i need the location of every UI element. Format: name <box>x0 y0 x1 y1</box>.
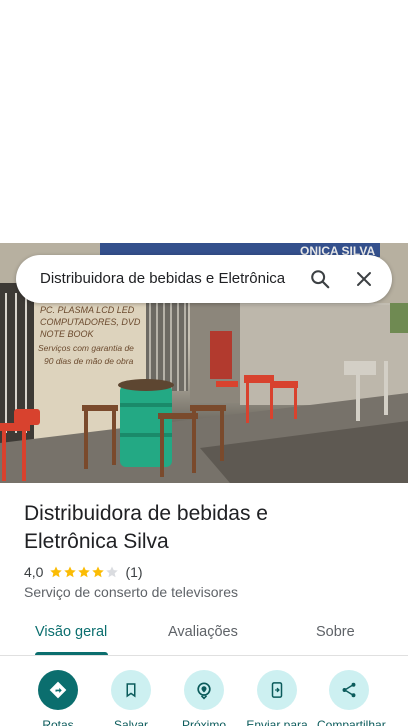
clear-search-button[interactable] <box>346 261 382 297</box>
nearby-icon <box>197 682 211 700</box>
nearby-button[interactable]: Próximo <box>172 670 236 726</box>
nearby-circle[interactable] <box>184 670 224 710</box>
search-button[interactable] <box>302 261 338 297</box>
send-to-phone-label: Enviar para <box>246 718 308 726</box>
tab-about[interactable]: Sobre <box>316 624 355 640</box>
place-title: Distribuidora de bebidas e Eletrônica Si… <box>24 502 268 553</box>
search-input[interactable]: Distribuidora de bebidas e Eletrônica Si… <box>40 269 290 289</box>
bookmark-icon <box>126 683 136 698</box>
review-count[interactable]: (1) <box>125 564 142 580</box>
map-blank-area <box>0 0 408 243</box>
star-filled-icon <box>50 566 63 578</box>
wall-text-5: 90 dias de mão de obra <box>44 356 134 366</box>
star-filled-icon <box>92 566 105 578</box>
nearby-label: Próximo <box>181 718 226 726</box>
wall-text-1: PC. PLASMA LCD LED <box>40 305 135 315</box>
star-filled-icon <box>78 566 91 578</box>
star-empty-icon <box>106 566 119 578</box>
star-filled-icon <box>64 566 77 578</box>
save-label: Salvar <box>113 718 148 726</box>
active-tab-indicator <box>35 652 108 655</box>
wall-text-2: COMPUTADORES, DVD <box>40 317 141 327</box>
tab-bar: Visão geral Avaliações Sobre <box>0 612 408 656</box>
tab-reviews[interactable]: Avaliações <box>168 624 238 640</box>
save-button[interactable]: Salvar <box>99 670 163 726</box>
directions-icon <box>49 681 67 699</box>
directions-label: Rotas <box>42 718 74 726</box>
place-category: Serviço de conserto de televisores <box>24 584 238 600</box>
directions-button[interactable]: Rotas <box>26 670 90 726</box>
rating-value: 4,0 <box>24 564 44 580</box>
search-bar[interactable]: Distribuidora de bebidas e Eletrônica Si… <box>16 255 392 303</box>
rating-row[interactable]: 4,0 (1) <box>24 563 143 581</box>
send-to-phone-circle[interactable] <box>257 670 297 710</box>
save-circle[interactable] <box>111 670 151 710</box>
tab-overview[interactable]: Visão geral <box>35 624 107 640</box>
share-icon <box>342 682 356 698</box>
send-to-phone-button[interactable]: Enviar para <box>245 670 309 726</box>
share-circle[interactable] <box>329 670 369 710</box>
wall-text-4: Serviços com garantia de <box>38 343 134 353</box>
share-button[interactable]: Compartilhar <box>317 670 386 726</box>
wall-text-3: NOTE BOOK <box>40 329 95 339</box>
share-label: Compartilhar <box>317 718 386 726</box>
close-icon <box>357 272 371 286</box>
send-to-phone-icon <box>271 682 283 698</box>
directions-circle[interactable] <box>38 670 78 710</box>
search-icon <box>311 270 330 289</box>
rating-stars <box>49 565 119 579</box>
